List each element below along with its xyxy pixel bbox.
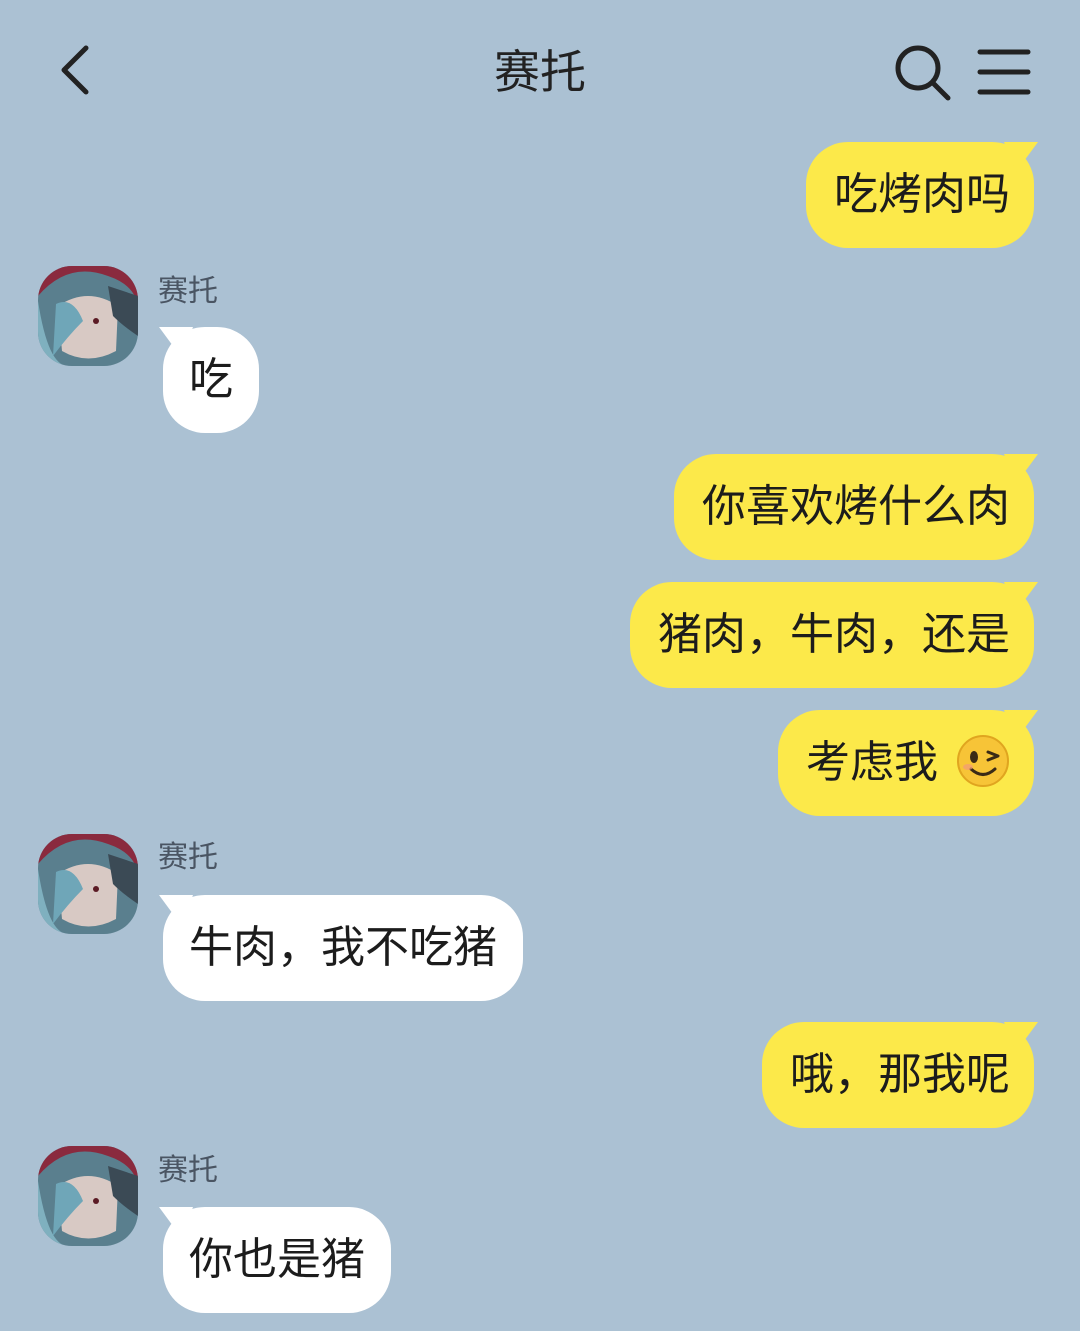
message-bubble-sent[interactable]: 你喜欢烤什么肉 <box>674 454 1034 560</box>
message-text: 猪肉，牛肉，还是 <box>658 609 1010 660</box>
avatar[interactable] <box>38 1146 138 1246</box>
sender-name: 赛托 <box>158 840 218 875</box>
menu-button[interactable] <box>972 40 1036 104</box>
message-bubble-sent[interactable]: 吃烤肉吗 <box>806 142 1034 248</box>
avatar[interactable] <box>38 266 138 366</box>
message-text: 你喜欢烤什么肉 <box>702 481 1010 532</box>
message-bubble-received[interactable]: 吃 <box>163 327 259 433</box>
avatar-image <box>38 834 138 934</box>
avatar[interactable] <box>38 834 138 934</box>
message-text: 吃 <box>189 354 233 405</box>
sender-name: 赛托 <box>158 1153 218 1188</box>
message-bubble-received[interactable]: 你也是猪 <box>163 1207 391 1313</box>
search-button[interactable] <box>890 40 954 104</box>
message-bubble-sent[interactable]: 哦，那我呢 <box>762 1022 1034 1128</box>
message-bubble-sent[interactable]: 考虑我 <box>778 710 1034 816</box>
chat-header: 赛托 <box>0 0 1080 140</box>
wink-emoji-icon <box>957 735 1009 787</box>
avatar-image <box>38 266 138 366</box>
avatar-image <box>38 1146 138 1246</box>
message-text: 你也是猪 <box>189 1234 365 1285</box>
hamburger-menu-icon <box>977 49 1031 95</box>
message-text: 哦，那我呢 <box>790 1049 1010 1100</box>
message-bubble-received[interactable]: 牛肉，我不吃猪 <box>163 895 523 1001</box>
message-text: 考虑我 <box>806 737 938 788</box>
message-bubble-sent[interactable]: 猪肉，牛肉，还是 <box>630 582 1034 688</box>
sender-name: 赛托 <box>158 274 218 309</box>
search-icon <box>895 45 951 101</box>
message-text: 吃烤肉吗 <box>834 169 1010 220</box>
message-text: 牛肉，我不吃猪 <box>189 922 497 973</box>
